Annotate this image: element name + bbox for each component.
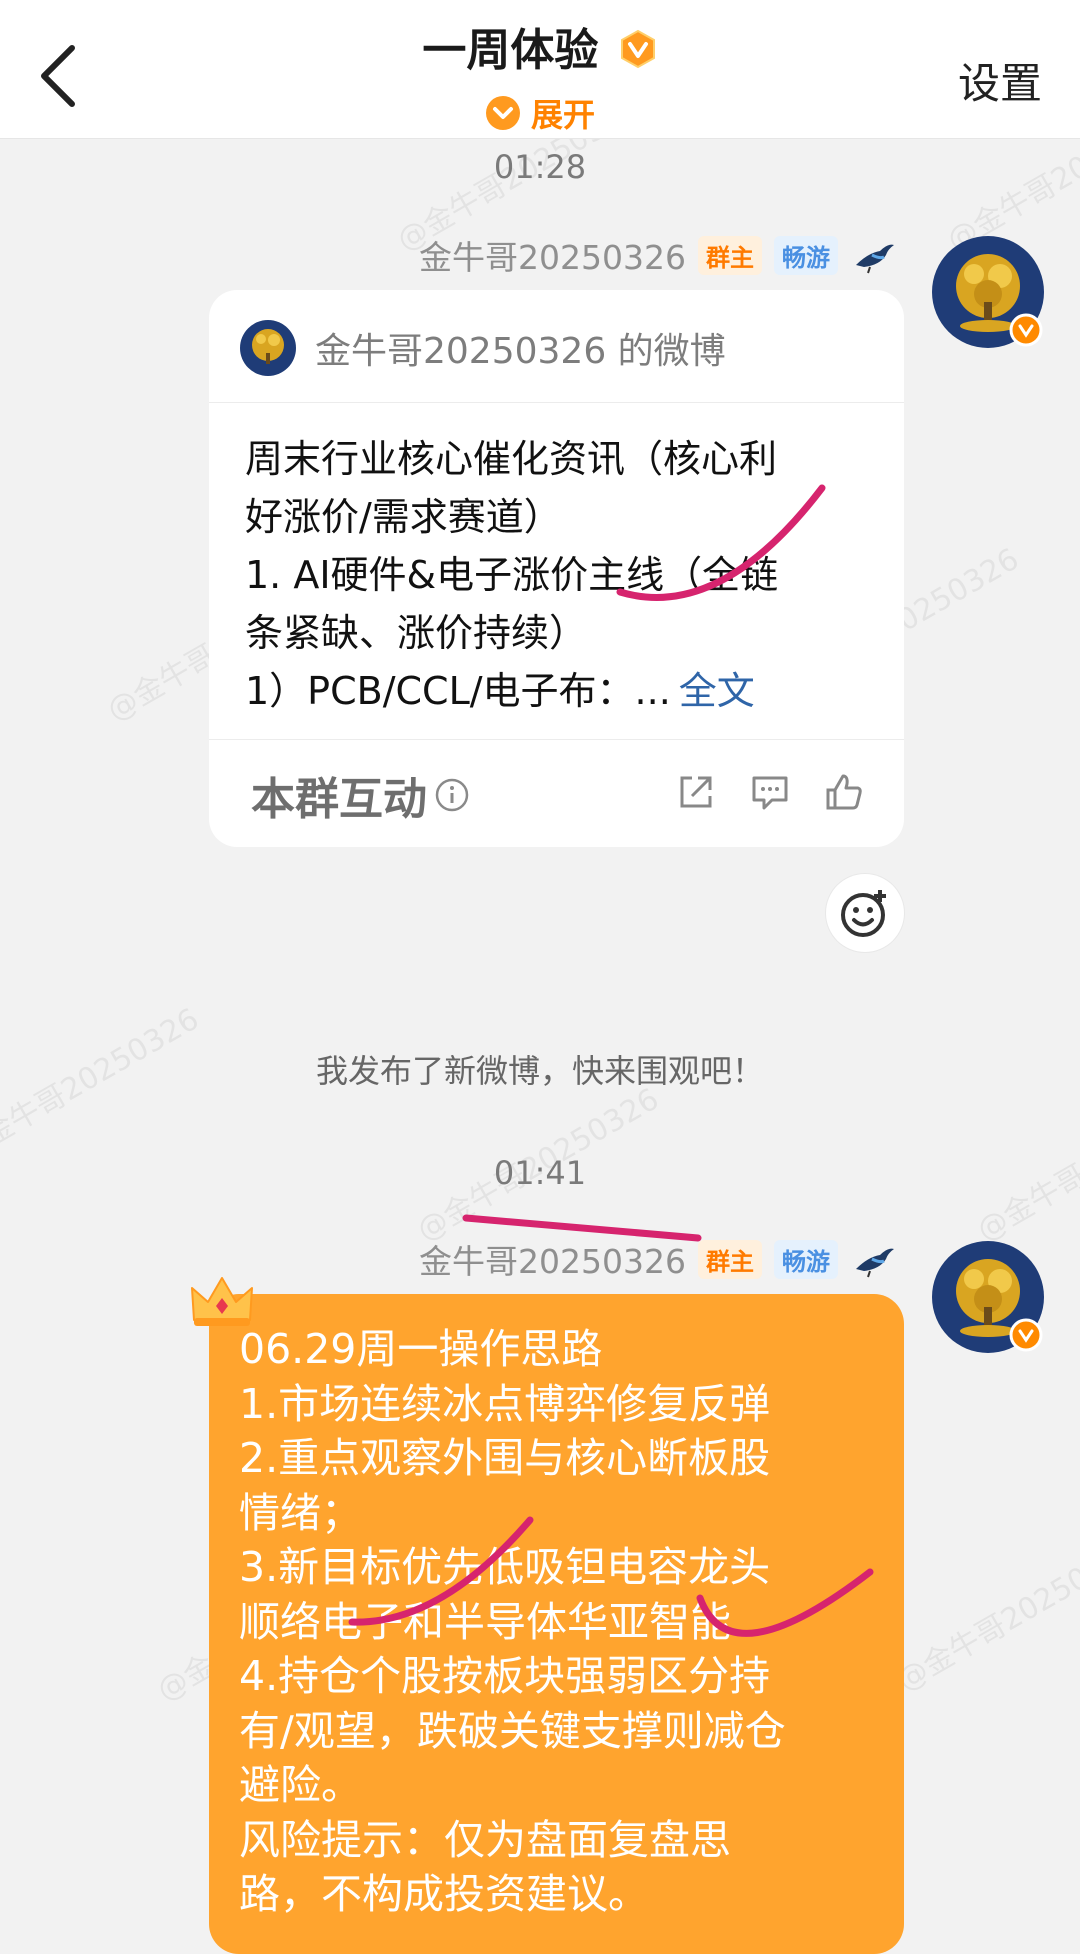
group-interaction[interactable]: 本群互动 — [251, 760, 469, 830]
vip-badge-icon — [620, 29, 655, 69]
card-line: 1. AI硬件&电子涨价主线（全链 — [245, 553, 779, 597]
chevron-down-circle-icon — [485, 96, 520, 130]
card-line: 1）PCB/CCL/电子布：... — [245, 669, 671, 713]
tour-badge: 畅游 — [774, 1239, 838, 1279]
message-line: 情绪； — [239, 1488, 362, 1537]
sender-info: 金牛哥20250326 群主 畅游 — [419, 1239, 898, 1281]
owner-badge: 群主 — [698, 235, 762, 275]
weibo-share-card[interactable]: 金牛哥20250326 的微博 周末行业核心催化资讯（核心利 好涨价/需求赛道）… — [209, 290, 904, 847]
expand-button[interactable]: 展开 — [0, 90, 1080, 136]
full-text-link[interactable]: 全文 — [679, 669, 755, 713]
comment-icon[interactable] — [750, 772, 790, 812]
divider — [209, 739, 904, 740]
add-reaction-icon[interactable] — [826, 874, 904, 952]
card-line: 周末行业核心催化资讯（核心利 — [245, 437, 778, 481]
message-line: 2.重点观察外围与核心断板股 — [239, 1434, 771, 1482]
tour-badge: 畅游 — [774, 235, 838, 275]
card-avatar — [240, 320, 296, 376]
sender-avatar[interactable] — [930, 1239, 1046, 1355]
message-text: 06.29周一操作思路 1.市场连续冰点博弈修复反弹 2.重点观察外围与核心断板… — [239, 1322, 889, 1922]
sender-name[interactable]: 金牛哥20250326 — [419, 231, 686, 279]
message-line: 路，不构成投资建议。 — [239, 1870, 649, 1918]
card-line: 好涨价/需求赛道） — [245, 495, 562, 539]
magpie-bird-icon — [856, 244, 894, 274]
magpie-bird-icon — [856, 1248, 894, 1278]
sender-avatar[interactable] — [930, 234, 1046, 350]
group-title-text: 一周体验 — [422, 25, 599, 76]
system-notice: 我发布了新微博，快来围观吧！ — [315, 1052, 764, 1090]
top-bar: 一周体验 展开 设置 — [0, 0, 1080, 139]
share-icon[interactable] — [676, 772, 716, 812]
card-line-last: 1）PCB/CCL/电子布：... 全文 — [245, 662, 865, 720]
message-line: 1.市场连续冰点博弈修复反弹 — [239, 1379, 771, 1428]
card-content: 周末行业核心催化资讯（核心利 好涨价/需求赛道） 1. AI硬件&电子涨价主线（… — [245, 430, 865, 720]
message-timestamp: 01:28 — [493, 148, 587, 186]
message-line: 顺络电子和半导体华亚智能 — [239, 1597, 731, 1646]
crown-icon — [191, 1277, 253, 1326]
message-timestamp: 01:41 — [493, 1154, 587, 1192]
card-line: 条紧缺、涨价持续） — [245, 611, 588, 655]
card-actions — [676, 772, 864, 812]
sender-name[interactable]: 金牛哥20250326 — [419, 1235, 686, 1283]
message-line: 风险提示：仅为盘面复盘思 — [239, 1815, 731, 1864]
divider — [209, 402, 904, 403]
group-interaction-label: 本群互动 — [251, 774, 427, 825]
message-line: 避险。 — [239, 1761, 362, 1809]
like-icon[interactable] — [824, 772, 864, 812]
expand-label: 展开 — [530, 96, 595, 134]
card-title: 金牛哥20250326 的微博 — [315, 331, 726, 372]
owner-badge: 群主 — [698, 1239, 762, 1279]
settings-button[interactable]: 设置 — [958, 50, 1042, 111]
watermark: @金牛哥20250326 — [891, 1531, 1080, 1699]
message-line: 4.持仓个股按板块强弱区分持 — [239, 1652, 771, 1700]
message-line: 有/观望，跌破关键支撑则减仓 — [239, 1706, 786, 1755]
card-header: 金牛哥20250326 的微博 — [239, 318, 726, 378]
message-bubble[interactable]: 06.29周一操作思路 1.市场连续冰点博弈修复反弹 2.重点观察外围与核心断板… — [209, 1294, 904, 1954]
message-line: 06.29周一操作思路 — [239, 1325, 603, 1373]
info-icon[interactable] — [435, 778, 469, 812]
message-line: 3.新目标优先低吸钽电容龙头 — [239, 1543, 771, 1591]
group-title: 一周体验 — [0, 14, 1080, 78]
sender-info: 金牛哥20250326 群主 畅游 — [419, 235, 898, 277]
